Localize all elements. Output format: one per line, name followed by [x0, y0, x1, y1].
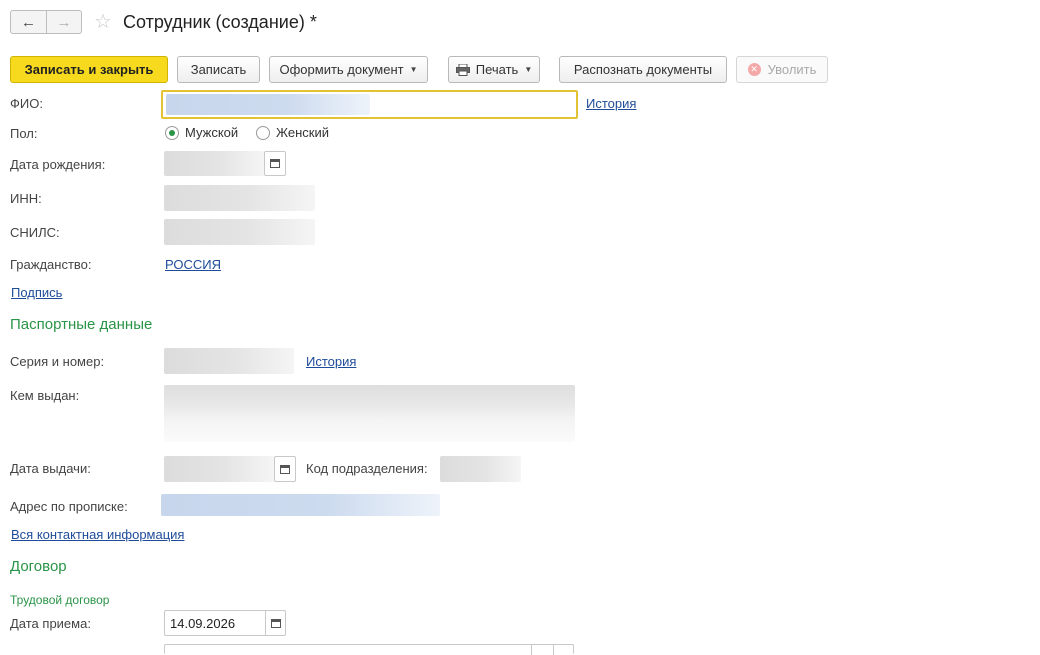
- hire-date-calendar-button[interactable]: [265, 611, 285, 635]
- hire-date-label: Дата приема:: [10, 616, 91, 631]
- sex-option-female-label: Женский: [276, 125, 329, 140]
- address-label: Адрес по прописке:: [10, 499, 128, 514]
- recognize-documents-button[interactable]: Распознать документы: [559, 56, 727, 83]
- inn-input[interactable]: [164, 185, 315, 211]
- contract-subheading: Трудовой договор: [10, 593, 110, 607]
- fio-history-link[interactable]: История: [586, 96, 636, 112]
- make-document-label: Оформить документ: [279, 62, 404, 77]
- hire-date-value: 14.09.2026: [170, 616, 236, 631]
- sex-label: Пол:: [10, 126, 38, 141]
- arrow-right-icon: →: [56, 13, 72, 31]
- radio-unselected-icon: [256, 125, 270, 140]
- print-button[interactable]: Печать ▼: [448, 56, 540, 83]
- all-contacts-link[interactable]: Вся контактная информация: [11, 527, 184, 543]
- save-and-close-button[interactable]: Записать и закрыть: [10, 56, 168, 83]
- fio-value-redacted: [166, 94, 370, 115]
- fio-label: ФИО:: [10, 96, 43, 111]
- dept-code-input[interactable]: [440, 456, 521, 482]
- address-input[interactable]: [161, 494, 440, 516]
- calendar-icon: [270, 159, 280, 168]
- passport-series-label: Серия и номер:: [10, 354, 105, 369]
- sex-radio-female[interactable]: Женский: [256, 125, 329, 140]
- dismiss-label: Уволить: [767, 62, 817, 77]
- caret-down-icon: ▼: [524, 65, 533, 74]
- snils-label: СНИЛС:: [10, 225, 60, 240]
- page-title: Сотрудник (создание) *: [123, 12, 317, 32]
- forward-button[interactable]: →: [46, 11, 81, 33]
- sex-radio-male[interactable]: Мужской: [165, 125, 238, 140]
- contract-section-heading: Договор: [10, 558, 67, 575]
- passport-series-input[interactable]: [164, 348, 294, 374]
- inn-label: ИНН:: [10, 191, 42, 206]
- calendar-icon: [270, 618, 281, 628]
- birth-date-calendar-button[interactable]: [264, 151, 286, 176]
- favorite-star-icon[interactable]: ☆: [94, 11, 112, 33]
- issued-by-label: Кем выдан:: [10, 388, 80, 403]
- issue-date-calendar-button[interactable]: [274, 456, 296, 482]
- next-field-partial[interactable]: [164, 644, 574, 655]
- dismiss-button[interactable]: ✕ Уволить: [736, 56, 828, 83]
- print-label: Печать: [475, 62, 519, 77]
- arrow-left-icon: ←: [21, 13, 36, 31]
- issue-date-input[interactable]: [164, 456, 274, 482]
- save-button[interactable]: Записать: [177, 56, 260, 83]
- close-circle-icon: ✕: [747, 63, 761, 76]
- birth-date-input[interactable]: [164, 151, 264, 176]
- navigation-buttons: ← →: [10, 10, 82, 34]
- issue-date-label: Дата выдачи:: [10, 461, 91, 476]
- make-document-button[interactable]: Оформить документ ▼: [269, 56, 428, 83]
- signature-link[interactable]: Подпись: [11, 285, 62, 301]
- save-label: Записать: [190, 62, 247, 77]
- hire-date-input[interactable]: 14.09.2026: [164, 610, 286, 636]
- calendar-icon: [280, 464, 290, 474]
- citizenship-label: Гражданство:: [10, 257, 92, 272]
- recognize-documents-label: Распознать документы: [573, 62, 713, 77]
- passport-section-heading: Паспортные данные: [10, 316, 153, 333]
- birth-date-label: Дата рождения:: [10, 157, 106, 172]
- printer-icon: [455, 63, 470, 76]
- fio-input[interactable]: [161, 90, 578, 119]
- save-and-close-label: Записать и закрыть: [24, 62, 154, 77]
- caret-down-icon: ▼: [409, 65, 418, 74]
- issued-by-textarea[interactable]: [164, 385, 575, 442]
- sex-option-male-label: Мужской: [185, 125, 239, 140]
- citizenship-link[interactable]: РОССИЯ: [165, 257, 221, 273]
- back-button[interactable]: ←: [11, 11, 46, 33]
- radio-selected-icon: [165, 125, 179, 140]
- passport-history-link[interactable]: История: [306, 354, 356, 370]
- snils-input[interactable]: [164, 219, 315, 245]
- dept-code-label: Код подразделения:: [306, 461, 428, 476]
